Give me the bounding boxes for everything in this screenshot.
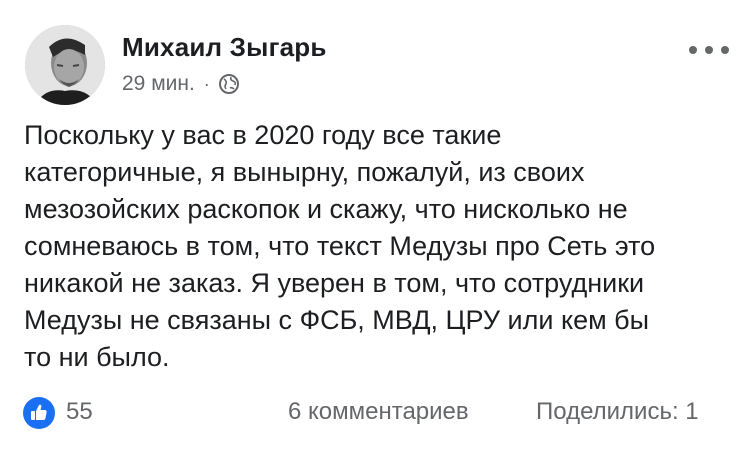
facebook-post: Михаил Зыгарь 29 мин. · Поскольку у вас … bbox=[0, 0, 750, 454]
thumbs-up-icon[interactable] bbox=[23, 397, 55, 429]
post-text: Поскольку у вас в 2020 году все такие ка… bbox=[24, 120, 656, 372]
shares-count-link[interactable]: Поделились: 1 bbox=[536, 398, 699, 426]
post-meta: 29 мин. · bbox=[122, 70, 240, 98]
more-dot bbox=[721, 46, 729, 54]
author-name[interactable]: Михаил Зыгарь bbox=[122, 32, 327, 63]
post-footer: 55 6 комментариев Поделились: 1 bbox=[0, 394, 750, 430]
comments-count-link[interactable]: 6 комментариев bbox=[288, 398, 469, 426]
reaction-count[interactable]: 55 bbox=[66, 398, 93, 426]
post-timestamp[interactable]: 29 мин. bbox=[122, 72, 195, 96]
meta-separator: · bbox=[203, 73, 210, 94]
more-options-icon[interactable] bbox=[689, 42, 729, 58]
globe-icon[interactable] bbox=[218, 73, 240, 95]
avatar[interactable] bbox=[25, 25, 105, 105]
more-dot bbox=[705, 46, 713, 54]
more-dot bbox=[689, 46, 697, 54]
avatar-photo bbox=[25, 25, 105, 105]
